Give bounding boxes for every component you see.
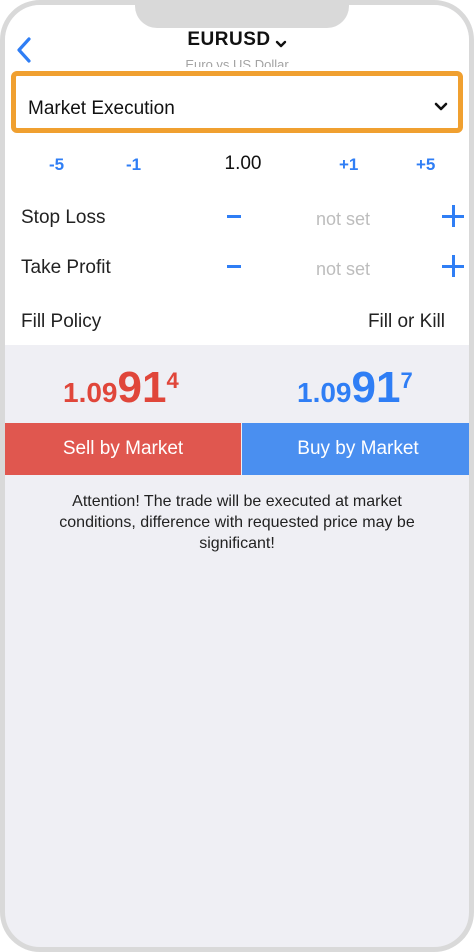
symbol-subtitle: Euro vs US Dollar	[185, 57, 289, 67]
price-panel: 1.09914 1.09917	[5, 345, 469, 423]
phone-frame: EURUSD Euro vs US Dollar Market Executio…	[0, 0, 474, 952]
take-profit-label: Take Profit	[21, 257, 111, 278]
take-profit-minus-button[interactable]	[227, 265, 241, 268]
attention-message: Attention! The trade will be executed at…	[59, 493, 415, 552]
buy-by-market-button[interactable]: Buy by Market	[242, 423, 469, 475]
bid-price-fraction: 4	[166, 368, 179, 393]
ask-price-pips: 91	[351, 363, 401, 412]
stop-loss-plus-button[interactable]	[442, 205, 464, 227]
execution-type-label: Market Execution	[28, 98, 175, 119]
symbol-name: EURUSD	[187, 29, 271, 50]
ask-price-prefix: 1.09	[297, 377, 352, 408]
volume-minus-5-button[interactable]: -5	[49, 155, 64, 175]
stop-loss-minus-button[interactable]	[227, 215, 241, 218]
fill-policy-label: Fill Policy	[21, 311, 102, 332]
take-profit-row: Take Profit not set	[5, 255, 469, 285]
execution-type-select[interactable]: Market Execution	[11, 71, 463, 133]
stop-loss-row: Stop Loss not set	[5, 205, 469, 235]
chevron-down-icon	[434, 100, 448, 112]
volume-minus-1-button[interactable]: -1	[126, 155, 141, 175]
symbol-title[interactable]: EURUSD	[5, 29, 469, 51]
sell-by-market-button[interactable]: Sell by Market	[5, 423, 241, 475]
volume-stepper: -5 -1 1.00 +1 +5	[5, 153, 469, 179]
volume-value[interactable]: 1.00	[205, 153, 281, 175]
ask-price-fraction: 7	[400, 368, 413, 393]
header: EURUSD Euro vs US Dollar	[5, 25, 469, 73]
device-notch	[135, 5, 349, 28]
bid-price-prefix: 1.09	[63, 377, 118, 408]
stop-loss-label: Stop Loss	[21, 207, 106, 228]
bid-price: 1.09914	[63, 363, 179, 413]
volume-plus-5-button[interactable]: +5	[416, 155, 435, 175]
volume-plus-1-button[interactable]: +1	[339, 155, 358, 175]
ask-price: 1.09917	[297, 363, 413, 413]
take-profit-plus-button[interactable]	[442, 255, 464, 277]
chevron-down-icon	[275, 34, 287, 48]
fill-policy-select[interactable]: Fill or Kill	[368, 311, 445, 333]
stop-loss-input[interactable]: not set	[275, 209, 411, 230]
fill-policy-row: Fill Policy Fill or Kill	[5, 309, 469, 339]
order-form: EURUSD Euro vs US Dollar Market Executio…	[5, 5, 469, 345]
trade-buttons: Sell by Market Buy by Market	[5, 423, 469, 475]
take-profit-input[interactable]: not set	[275, 259, 411, 280]
bid-price-pips: 91	[117, 363, 167, 412]
